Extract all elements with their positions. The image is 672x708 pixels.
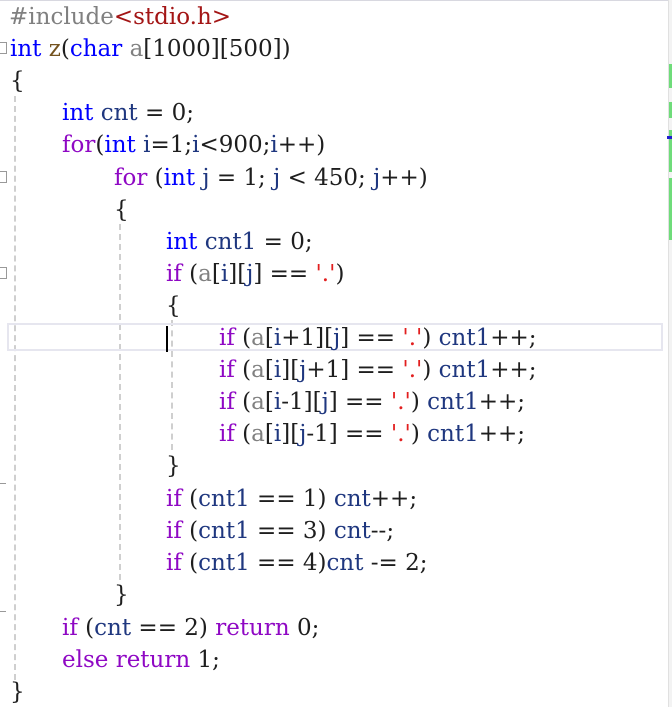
code-line-18[interactable]: if (cnt1 == 4)cnt -= 2; xyxy=(166,547,428,579)
code-line-3[interactable]: { xyxy=(10,65,25,97)
code-line-6[interactable]: for (int j = 1; j < 450; j++) xyxy=(114,162,428,194)
fold-toggle-icon[interactable] xyxy=(0,171,7,183)
control-keyword: for xyxy=(62,132,96,158)
code-line-11[interactable]: if (a[i+1][j] == '.') cnt1++; xyxy=(219,322,537,354)
code-line-4[interactable]: int cnt = 0; xyxy=(62,97,194,129)
text-caret xyxy=(166,326,168,352)
code-line-7[interactable]: { xyxy=(114,194,129,226)
fold-end-marker xyxy=(0,483,6,484)
code-line-13[interactable]: if (a[i-1][j] == '.') cnt1++; xyxy=(219,386,525,418)
keyword: int xyxy=(166,229,198,255)
include-path: <stdio.h> xyxy=(113,4,232,30)
code-line-12[interactable]: if (a[i][j+1] == '.') cnt1++; xyxy=(219,354,537,386)
code-line-14[interactable]: if (a[i][j-1] == '.') cnt1++; xyxy=(219,418,525,450)
variable: cnt xyxy=(100,100,138,126)
indent-guide xyxy=(14,96,16,680)
fold-toggle-icon[interactable] xyxy=(0,267,7,279)
code-line-5[interactable]: for(int i=1;i<900;i++) xyxy=(62,129,325,161)
keyword: int xyxy=(163,165,196,191)
code-line-1[interactable]: #include<stdio.h> xyxy=(9,1,231,33)
keyword: char xyxy=(69,36,123,62)
code-line-9[interactable]: if (a[i][j] == '.') xyxy=(166,258,344,290)
parameter: a xyxy=(129,36,144,62)
keyword: int xyxy=(62,100,94,126)
code-line-16[interactable]: if (cnt1 == 1) cnt++; xyxy=(166,483,417,515)
keyword: int xyxy=(10,36,42,62)
fold-toggle-icon[interactable] xyxy=(0,42,7,54)
code-line-8[interactable]: int cnt1 = 0; xyxy=(166,226,313,258)
code-line-20[interactable]: if (cnt == 2) return 0; xyxy=(62,612,319,644)
preprocessor: #include xyxy=(9,4,114,30)
function-name: z xyxy=(48,36,61,62)
code-editor[interactable]: #include<stdio.h> int z(char a[1000][500… xyxy=(0,0,668,707)
keyword: int xyxy=(104,132,136,158)
code-line-19[interactable]: } xyxy=(114,579,129,611)
code-line-17[interactable]: if (cnt1 == 3) cnt--; xyxy=(166,515,394,547)
caret-position-marker xyxy=(667,136,672,139)
code-line-21[interactable]: else return 1; xyxy=(62,644,220,676)
indent-guide xyxy=(119,224,121,580)
code-line-2[interactable]: int z(char a[1000][500]) xyxy=(10,33,291,65)
code-line-15[interactable]: } xyxy=(166,450,181,482)
variable: cnt1 xyxy=(204,229,257,255)
char-literal: '.' xyxy=(315,261,336,287)
control-keyword: if xyxy=(166,261,182,287)
control-keyword: for xyxy=(114,165,148,191)
code-line-10[interactable]: { xyxy=(166,290,181,322)
fold-end-marker xyxy=(0,611,6,612)
code-line-22[interactable]: } xyxy=(10,676,25,708)
